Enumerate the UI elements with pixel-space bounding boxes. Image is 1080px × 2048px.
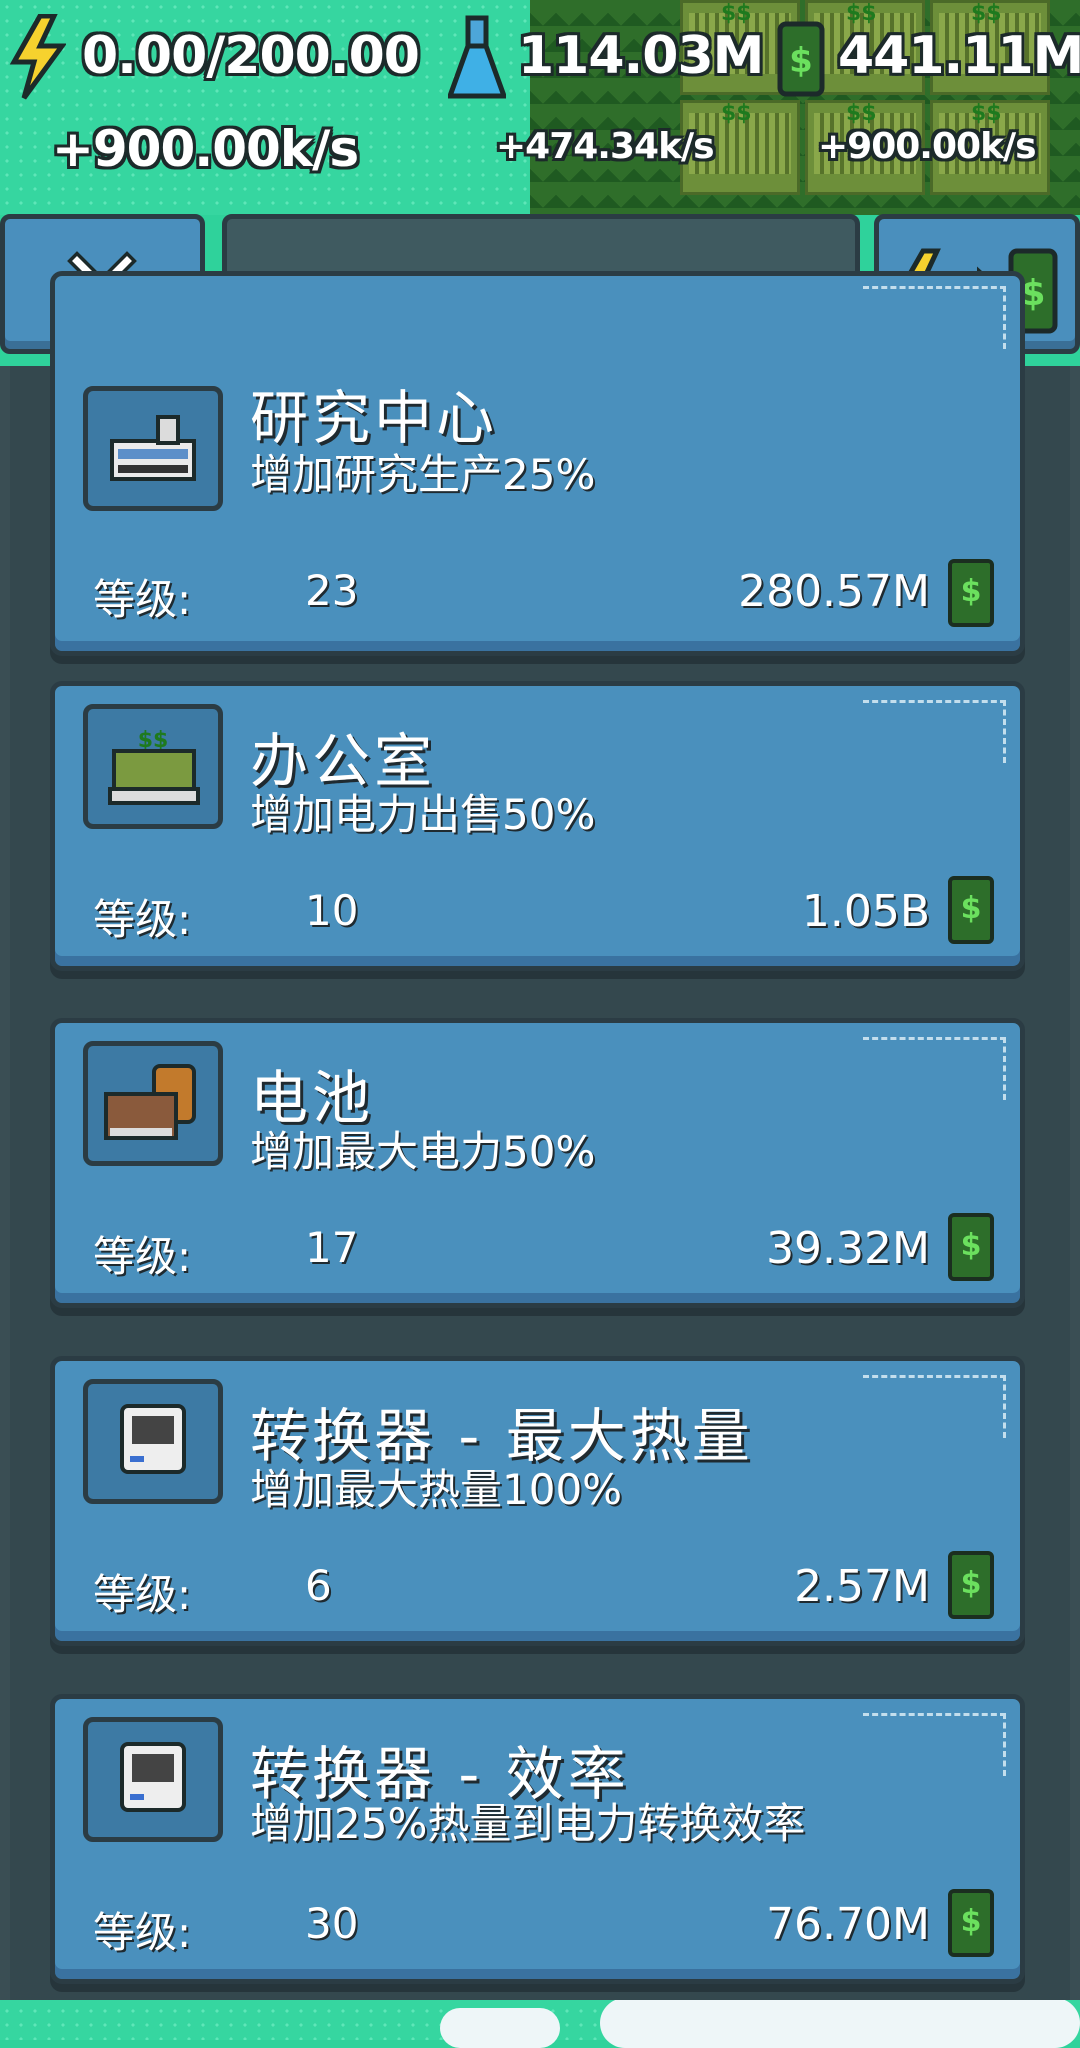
power-bolt-icon: [9, 14, 66, 100]
upgrade-title: 研究中心: [250, 384, 499, 452]
level-value: 6: [305, 1561, 332, 1610]
money-icon: $: [948, 1889, 994, 1957]
card-decoration: [863, 286, 1006, 349]
power-value: 0.00/200.00: [82, 26, 420, 86]
research-center-icon: [83, 386, 223, 511]
card-decoration: [863, 700, 1006, 763]
upgrade-cost: 2.57M: [794, 1561, 930, 1612]
card-decoration: [863, 1375, 1006, 1438]
level-label: 等级:: [93, 1908, 192, 1957]
upgrade-card-office[interactable]: $$ 办公室 增加电力出售50% 等级: 10 1.05B $: [50, 681, 1025, 971]
level-value: 23: [305, 566, 359, 615]
upgrade-cost: 39.32M: [766, 1223, 930, 1274]
level-value: 17: [305, 1223, 359, 1272]
money-value: 441.11M: [838, 26, 1080, 86]
upgrade-title: 转换器 - 最大热量: [250, 1402, 754, 1470]
research-value: 114.03M: [518, 26, 764, 86]
level-label: 等级:: [93, 895, 192, 944]
upgrade-description: 增加电力出售50%: [250, 790, 596, 839]
battery-icon: [83, 1041, 223, 1166]
power-rate: +900.00k/s: [52, 120, 359, 178]
upgrade-cost: 1.05B: [801, 886, 930, 937]
card-decoration: [863, 1713, 1006, 1776]
level-value: 10: [305, 886, 359, 935]
upgrade-card-research-center[interactable]: 研究中心 增加研究生产25% 等级: 23 280.57M $: [50, 271, 1025, 656]
upgrade-description: 增加研究生产25%: [250, 450, 596, 499]
research-flask-icon: [448, 15, 506, 99]
converter-icon: [83, 1717, 223, 1842]
svg-text:$: $: [789, 41, 813, 81]
upgrade-card-battery[interactable]: 电池 增加最大电力50% 等级: 17 39.32M $: [50, 1018, 1025, 1308]
upgrade-card-converter-max-heat[interactable]: 转换器 - 最大热量 增加最大热量100% 等级: 6 2.57M $: [50, 1356, 1025, 1646]
money-rate: +900.00k/s: [818, 126, 1037, 167]
level-label: 等级:: [93, 1570, 192, 1619]
money-icon: $: [948, 1213, 994, 1281]
upgrade-title: 电池: [250, 1064, 375, 1132]
converter-icon: [83, 1379, 223, 1504]
upgrade-description: 增加25%热量到电力转换效率: [250, 1799, 806, 1848]
upgrade-card-converter-efficiency[interactable]: 转换器 - 效率 增加25%热量到电力转换效率 等级: 30 76.70M $: [50, 1694, 1025, 1984]
card-decoration: [863, 1037, 1006, 1100]
cloud: [600, 1998, 1080, 2048]
level-label: 等级:: [93, 575, 192, 624]
research-rate: +474.34k/s: [496, 126, 715, 167]
money-icon: $: [777, 21, 825, 97]
upgrade-cost: 280.57M: [738, 566, 930, 617]
upgrade-description: 增加最大电力50%: [250, 1127, 596, 1176]
money-icon: $: [948, 559, 994, 627]
level-value: 30: [305, 1899, 359, 1948]
office-icon: $$: [83, 704, 223, 829]
upgrade-list[interactable]: 研究中心 增加研究生产25% 等级: 23 280.57M $ $$ 办公室 增…: [10, 271, 1070, 2000]
upgrade-panel[interactable]: 研究中心 增加研究生产25% 等级: 23 280.57M $ $$ 办公室 增…: [0, 271, 1080, 2000]
upgrade-cost: 76.70M: [766, 1899, 930, 1950]
level-label: 等级:: [93, 1232, 192, 1281]
money-icon: $: [948, 876, 994, 944]
upgrade-description: 增加最大热量100%: [250, 1465, 623, 1514]
cloud: [440, 2008, 560, 2048]
money-icon: $: [948, 1551, 994, 1619]
upgrade-title: 办公室: [250, 727, 437, 795]
